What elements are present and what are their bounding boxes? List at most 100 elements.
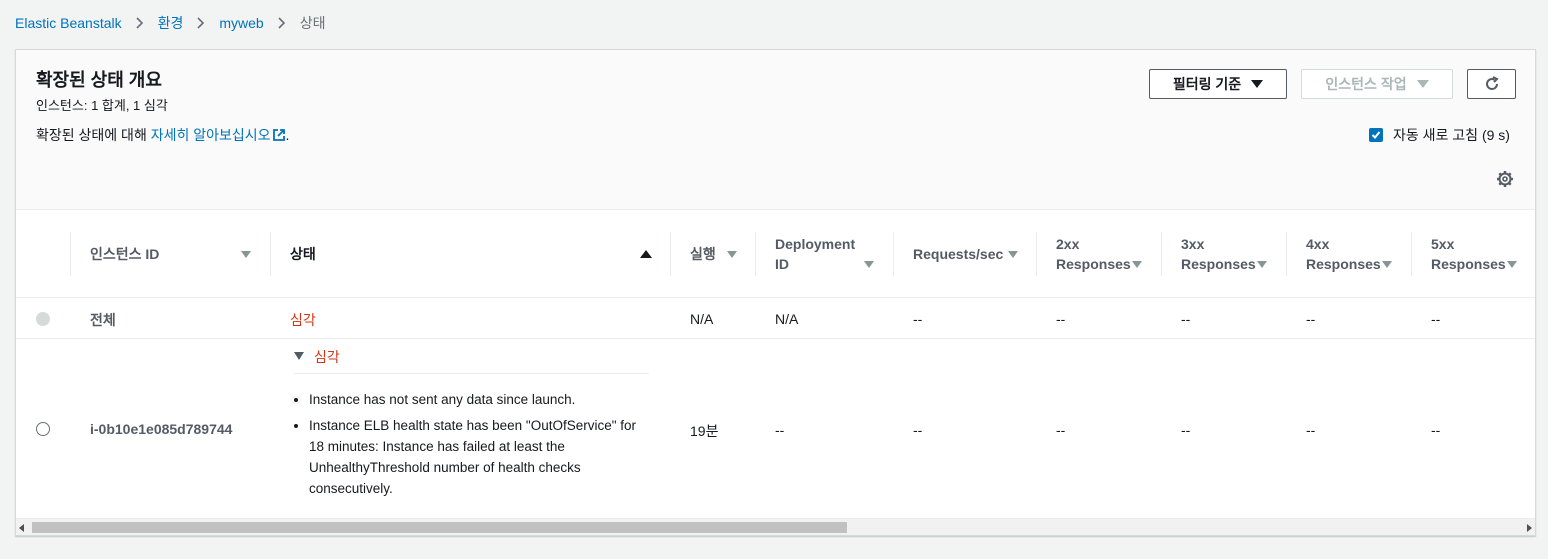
column-label: 인스턴스 ID (90, 246, 160, 262)
external-link-icon (272, 129, 285, 141)
column-label: 3xx Responses (1161, 234, 1256, 274)
column-label-line1: 5xx (1431, 236, 1455, 252)
deployment-id: N/A (775, 311, 799, 327)
instance-summary: 인스턴스: 1 합계, 1 심각 (36, 98, 168, 113)
refresh-button[interactable] (1467, 69, 1516, 99)
check-icon (1371, 131, 1381, 139)
horizontal-scrollbar[interactable] (16, 518, 1535, 535)
column-label: Deployment ID (755, 234, 855, 274)
caret-down-icon (1251, 80, 1264, 88)
column-label: 실행 (690, 246, 716, 262)
column-label-line2: Responses (1306, 256, 1381, 272)
sort-icon (1132, 261, 1142, 268)
column-5xx[interactable]: 5xx Responses (1411, 210, 1535, 298)
causes-list: Instance has not sent any data since lau… (309, 389, 654, 504)
requests-sec: -- (913, 311, 923, 327)
column-label: 2xx Responses (1036, 234, 1131, 274)
chevron-right-icon (136, 17, 144, 29)
column-status[interactable]: 상태 (270, 210, 670, 298)
caret-down-icon (1416, 80, 1429, 88)
breadcrumb-myweb[interactable]: myweb (219, 15, 263, 31)
panel-header: 확장된 상태 개요 인스턴스: 1 합계, 1 심각 확장된 상태에 대해 자세… (16, 50, 1535, 210)
causes-toggle[interactable]: 심각 (294, 347, 649, 374)
scrollbar-thumb[interactable] (32, 522, 847, 533)
column-label-line2: ID (775, 256, 789, 272)
sort-icon (1257, 261, 1267, 268)
requests-sec: -- (913, 422, 923, 438)
breadcrumb-health: 상태 (299, 15, 326, 31)
column-deployment-id[interactable]: Deployment ID (755, 210, 893, 298)
responses-5xx: -- (1431, 311, 1441, 327)
gear-icon[interactable] (1496, 170, 1514, 188)
breadcrumb: Elastic Beanstalk 환경 myweb 상태 (15, 13, 326, 33)
column-4xx[interactable]: 4xx Responses (1286, 210, 1411, 298)
refresh-icon (1485, 76, 1499, 90)
column-label-line1: 2xx (1056, 236, 1080, 252)
filter-by-button[interactable]: 필터링 기준 (1149, 69, 1287, 99)
responses-3xx: -- (1181, 422, 1191, 438)
table-header: 인스턴스 ID 상태 실행 Deployment ID Requests/sec … (16, 210, 1535, 298)
row-radio (36, 312, 50, 326)
deployment-id: -- (775, 422, 785, 438)
column-label: 4xx Responses (1286, 234, 1381, 274)
responses-2xx: -- (1056, 422, 1066, 438)
sort-icon (864, 261, 874, 268)
column-label-line1: Deployment (775, 236, 856, 252)
instance-id[interactable]: i-0b10e1e085d789744 (90, 421, 232, 437)
column-running[interactable]: 실행 (670, 210, 755, 298)
learn-more-text: 확장된 상태에 대해 자세히 알아보십시오. (36, 125, 289, 145)
row-radio[interactable] (36, 422, 50, 436)
column-label: 상태 (290, 246, 316, 262)
scroll-right-icon[interactable] (1527, 524, 1532, 532)
sort-icon (727, 251, 737, 258)
running-time: 19분 (690, 423, 719, 439)
learn-more-suffix: . (285, 127, 290, 143)
column-label-line2: Responses (1431, 256, 1506, 272)
sort-icon (1008, 251, 1018, 258)
column-2xx[interactable]: 2xx Responses (1036, 210, 1161, 298)
breadcrumb-elastic-beanstalk[interactable]: Elastic Beanstalk (15, 15, 122, 31)
column-label-line1: 3xx (1181, 236, 1205, 252)
responses-3xx: -- (1181, 311, 1191, 327)
responses-4xx: -- (1306, 422, 1316, 438)
column-label: 5xx Responses (1411, 234, 1506, 274)
instance-actions-button[interactable]: 인스턴스 작업 (1301, 69, 1453, 99)
sort-ascending-icon (640, 250, 652, 258)
column-label-line2: Responses (1181, 256, 1256, 272)
column-label: Requests/sec (913, 246, 1004, 262)
responses-5xx: -- (1431, 422, 1441, 438)
instance-id: 전체 (90, 312, 116, 328)
responses-4xx: -- (1306, 311, 1316, 327)
column-label-line1: 4xx (1306, 236, 1330, 252)
auto-refresh-toggle[interactable]: 자동 새로 고침 (9 s) (1369, 125, 1510, 145)
instance-actions-label: 인스턴스 작업 (1325, 76, 1407, 92)
status-badge: 심각 (314, 349, 340, 365)
responses-2xx: -- (1056, 311, 1066, 327)
learn-more-link-label: 자세히 알아보십시오 (150, 127, 271, 143)
table-row[interactable]: i-0b10e1e085d789744 심각 Instance has not … (16, 339, 1535, 519)
sort-icon (1382, 261, 1392, 268)
filter-by-label: 필터링 기준 (1172, 76, 1242, 92)
running-time: N/A (690, 311, 714, 327)
sort-icon (241, 251, 251, 258)
status-badge: 심각 (290, 312, 316, 328)
chevron-right-icon (278, 17, 286, 29)
caret-down-icon (294, 352, 304, 360)
learn-more-link[interactable]: 자세히 알아보십시오 (151, 127, 286, 143)
cause-item: Instance has not sent any data since lau… (309, 389, 654, 410)
cause-item: Instance ELB health state has been "OutO… (309, 415, 654, 499)
auto-refresh-label: 자동 새로 고침 (9 s) (1393, 127, 1510, 143)
breadcrumb-environments[interactable]: 환경 (158, 13, 184, 33)
table-row[interactable]: 전체 심각 N/A N/A -- -- -- -- -- (16, 299, 1535, 339)
page-title: 확장된 상태 개요 (36, 70, 162, 90)
chevron-right-icon (197, 17, 205, 29)
column-requests-sec[interactable]: Requests/sec (893, 210, 1036, 298)
auto-refresh-checkbox[interactable] (1369, 128, 1383, 142)
sort-icon (1507, 261, 1517, 268)
column-instance-id[interactable]: 인스턴스 ID (70, 210, 270, 298)
learn-more-prefix: 확장된 상태에 대해 (36, 127, 151, 143)
column-3xx[interactable]: 3xx Responses (1161, 210, 1286, 298)
health-overview-panel: 확장된 상태 개요 인스턴스: 1 합계, 1 심각 확장된 상태에 대해 자세… (15, 49, 1536, 536)
scroll-left-icon[interactable] (19, 524, 24, 532)
column-label-line2: Responses (1056, 256, 1131, 272)
